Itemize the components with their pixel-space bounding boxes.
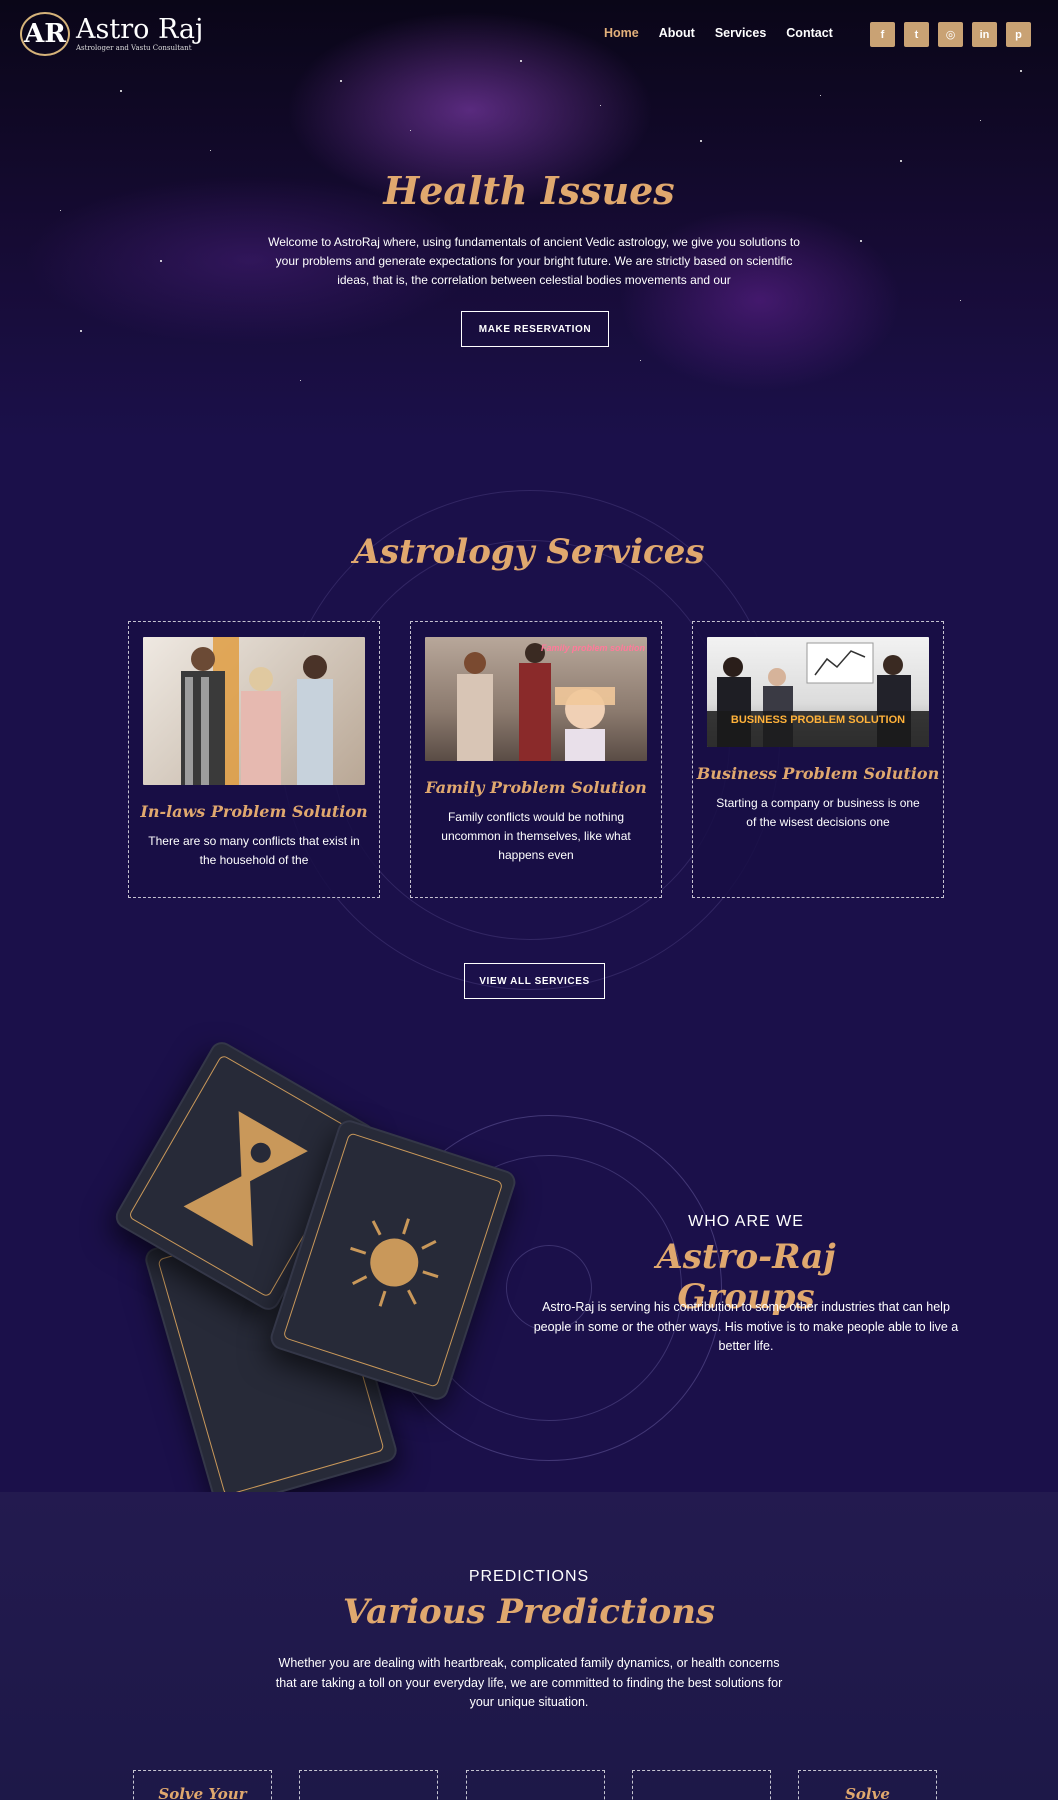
- inlaws-image: [143, 637, 365, 785]
- star: [1020, 70, 1022, 72]
- star: [640, 360, 641, 361]
- card-title: In-laws Problem Solution: [140, 802, 368, 821]
- brand-name: Astro Raj: [76, 14, 204, 45]
- star: [160, 260, 162, 262]
- service-card-inlaws[interactable]: In-laws Problem Solution There are so ma…: [128, 621, 380, 898]
- linkedin-icon[interactable]: in: [972, 22, 997, 47]
- star: [700, 140, 702, 142]
- main-menu: Home About Services Contact: [604, 26, 833, 40]
- nav-about-link[interactable]: About: [659, 26, 695, 40]
- business-image-caption: BUSINESS PROBLEM SOLUTION: [730, 714, 906, 726]
- business-image: BUSINESS PROBLEM SOLUTION: [707, 637, 929, 747]
- pinterest-icon[interactable]: p: [1006, 22, 1031, 47]
- prediction-card[interactable]: Solve Your: [133, 1770, 272, 1800]
- view-all-services-button[interactable]: VIEW ALL SERVICES: [464, 963, 605, 999]
- top-nav: AR Astro Raj Astrologer and Vastu Consul…: [0, 0, 1058, 70]
- who-text: Astro-Raj is serving his contribution to…: [533, 1300, 959, 1353]
- star: [300, 380, 301, 381]
- brand-tagline: Astrologer and Vastu Consultant: [76, 44, 192, 52]
- nav-services-link[interactable]: Services: [715, 26, 766, 40]
- star: [80, 330, 82, 332]
- family-image: Family problem solution: [425, 637, 647, 761]
- star: [980, 120, 981, 121]
- logo-text: Astro Raj Astrologer and Vastu Consultan…: [76, 16, 203, 52]
- predictions-text: Whether you are dealing with heartbreak,…: [275, 1656, 783, 1709]
- star: [900, 160, 902, 162]
- services-title: Astrology Services: [353, 532, 705, 572]
- star: [340, 80, 342, 82]
- prediction-card[interactable]: Solve: [798, 1770, 937, 1800]
- hero-title: Health Issues: [383, 168, 675, 213]
- who-kicker: WHO ARE WE: [688, 1213, 804, 1230]
- family-image-caption: Family problem solution: [540, 643, 645, 653]
- prediction-card[interactable]: [299, 1770, 438, 1800]
- star: [210, 150, 211, 151]
- nav-home-link[interactable]: Home: [604, 26, 639, 40]
- hero-text: Welcome to AstroRaj where, using fundame…: [268, 235, 800, 287]
- star: [410, 130, 411, 131]
- predictions-kicker: PREDICTIONS: [468, 1568, 590, 1585]
- logo[interactable]: AR Astro Raj Astrologer and Vastu Consul…: [20, 12, 203, 56]
- service-card-business[interactable]: BUSINESS PROBLEM SOLUTION Business Probl…: [692, 621, 944, 898]
- social-links: f t ◎ in p: [870, 22, 1031, 47]
- star: [860, 240, 862, 242]
- facebook-icon[interactable]: f: [870, 22, 895, 47]
- card-text: Family conflicts would be nothing uncomm…: [441, 810, 631, 862]
- star: [820, 95, 821, 96]
- instagram-icon[interactable]: ◎: [938, 22, 963, 47]
- predictions-section: [0, 1492, 1058, 1800]
- card-text: Starting a company or business is one of…: [716, 796, 920, 829]
- star: [600, 105, 601, 106]
- nav-contact-link[interactable]: Contact: [786, 26, 833, 40]
- inlaws-illustration: [181, 637, 333, 785]
- logo-mark: AR: [20, 12, 70, 56]
- card-title: Business Problem Solution: [696, 764, 940, 783]
- make-reservation-button[interactable]: MAKE RESERVATION: [461, 311, 609, 347]
- prediction-card[interactable]: [632, 1770, 771, 1800]
- family-illustration: [457, 643, 615, 761]
- business-illustration: [707, 642, 929, 747]
- prediction-card-title: Solve Your: [158, 1785, 247, 1800]
- prediction-card-title: Solve: [845, 1785, 890, 1800]
- star: [120, 90, 122, 92]
- prediction-card[interactable]: [466, 1770, 605, 1800]
- service-card-family[interactable]: Family problem solution Family Problem S…: [410, 621, 662, 898]
- star: [960, 300, 961, 301]
- card-text: There are so many conflicts that exist i…: [148, 834, 360, 867]
- twitter-icon[interactable]: t: [904, 22, 929, 47]
- predictions-title: Various Predictions: [342, 1592, 716, 1632]
- card-title: Family Problem Solution: [425, 778, 647, 797]
